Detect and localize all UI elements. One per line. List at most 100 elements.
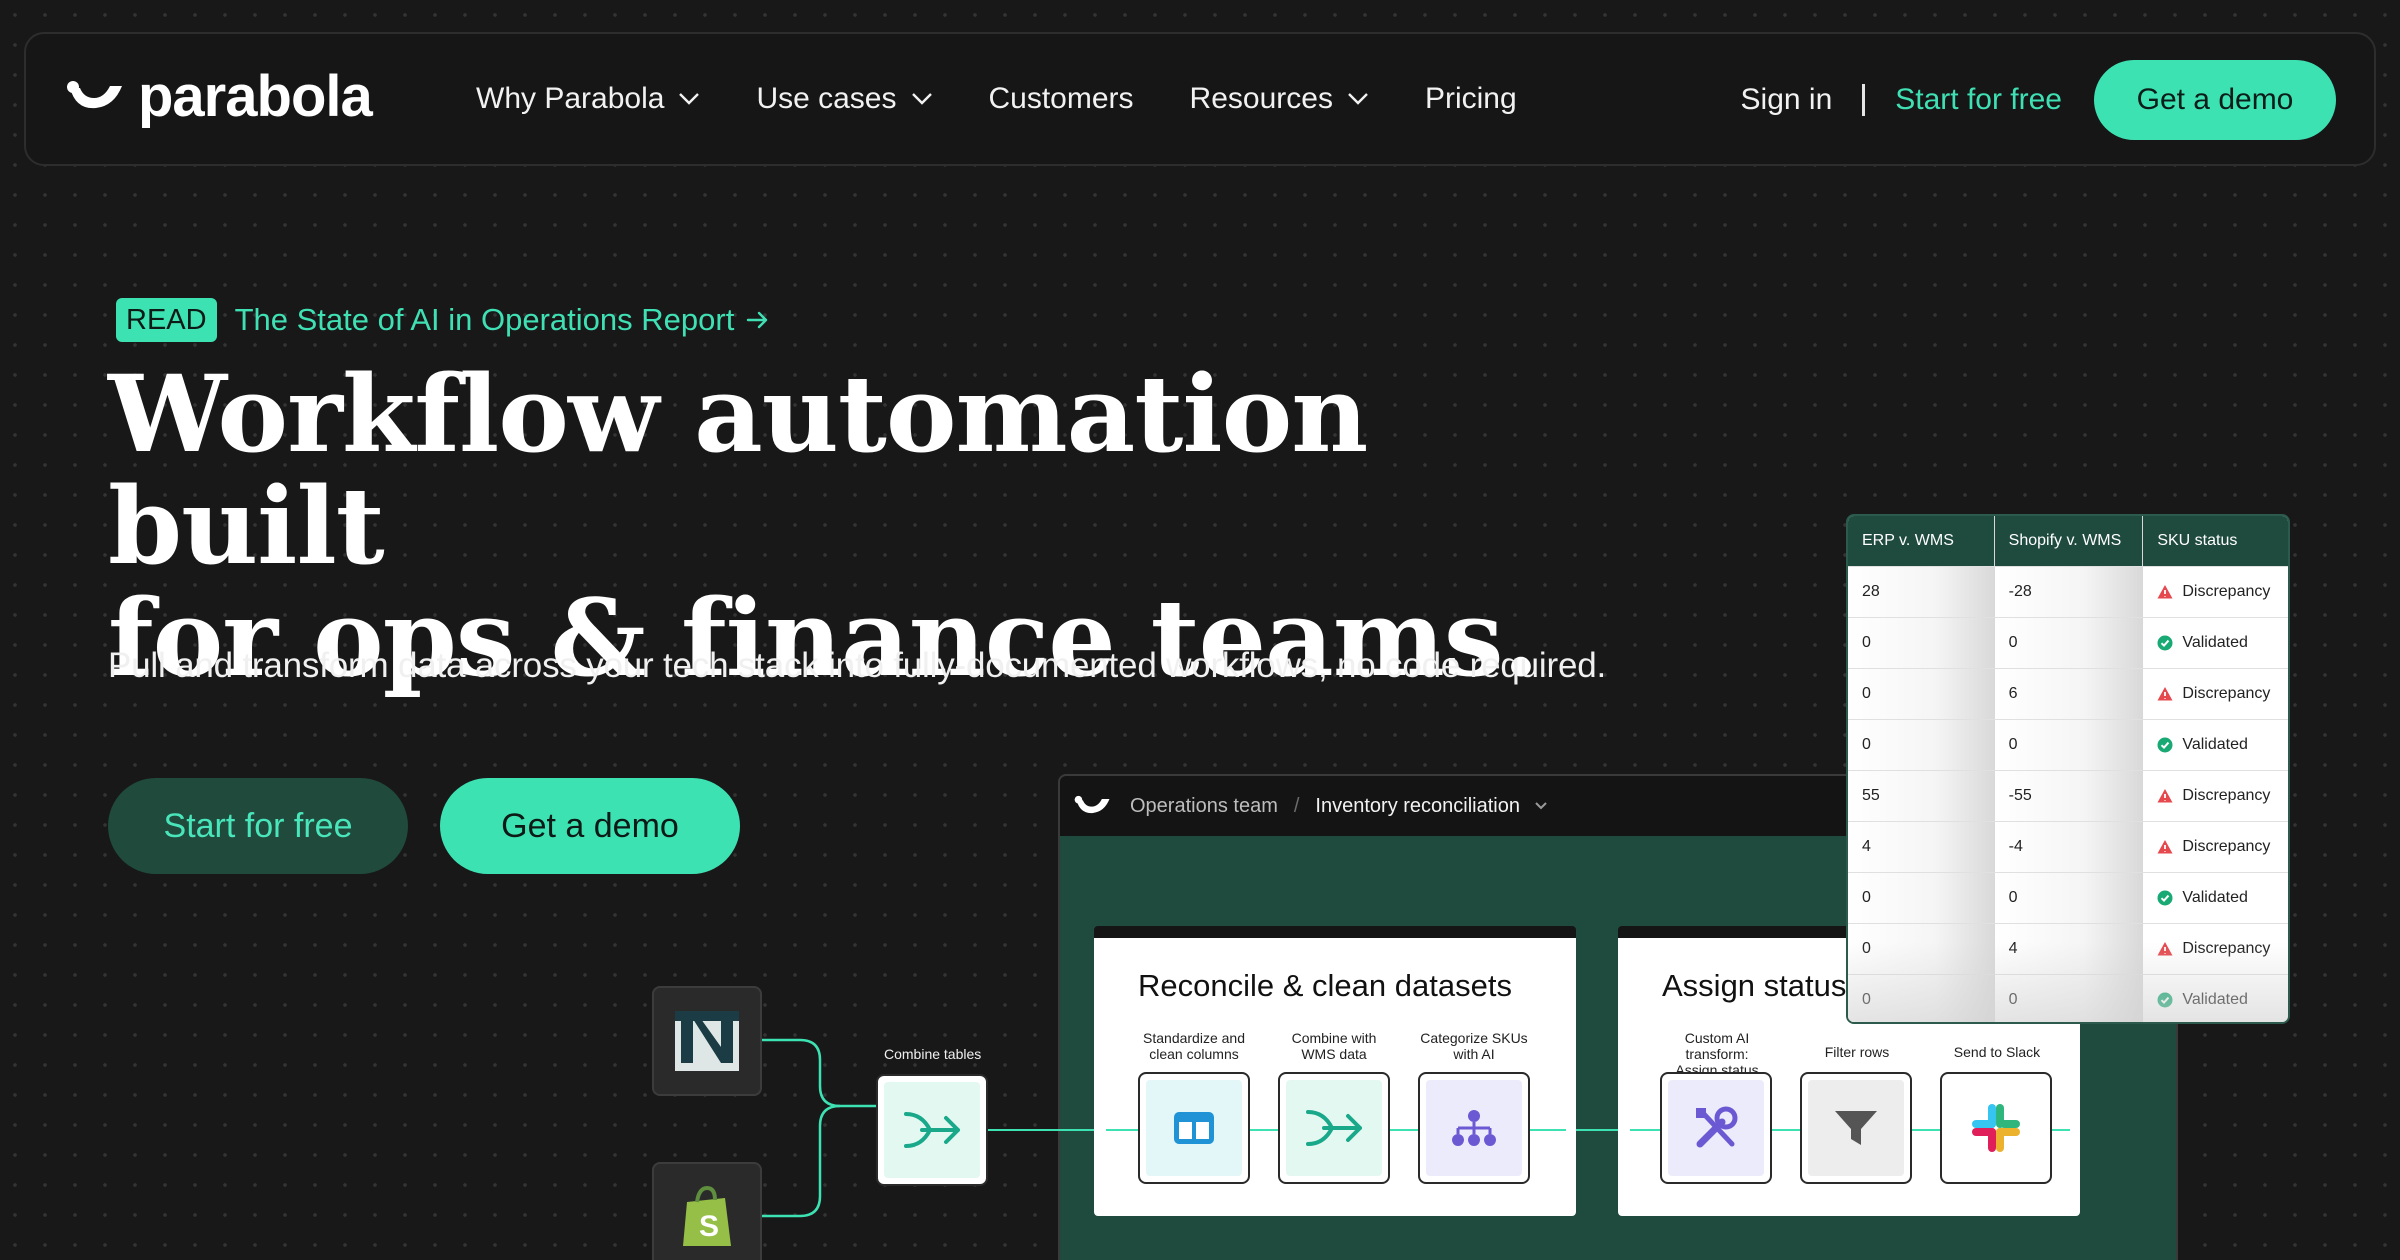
- hierarchy-icon: [1452, 1110, 1496, 1146]
- shopify-icon: S: [683, 1185, 731, 1246]
- start-for-free-button[interactable]: Start for free: [108, 778, 408, 874]
- nav-link-label: Resources: [1189, 82, 1333, 115]
- parabola-mark-icon: [67, 81, 122, 109]
- slack-icon: [1972, 1104, 2020, 1152]
- combine-tables-node[interactable]: [876, 1074, 988, 1186]
- value-cell: 55: [1848, 771, 1995, 821]
- warning-icon: [2157, 687, 2173, 701]
- nav-link-why-parabola[interactable]: Why Parabola: [476, 82, 700, 116]
- reconcile-card-title: Reconcile & clean datasets: [1138, 968, 1512, 1003]
- table-row: 55 -55 Discrepancy: [1848, 770, 2288, 821]
- step-ai-transform-label: Custom AI transform: Assign status: [1652, 1030, 1782, 1078]
- cell-text: 4: [1862, 838, 1871, 855]
- step-send-slack-label: Send to Slack: [1932, 1044, 2062, 1060]
- report-link[interactable]: The State of AI in Operations Report: [235, 302, 771, 338]
- table-header: ERP v. WMS Shopify v. WMS SKU status: [1848, 516, 2288, 566]
- chevron-down-icon: [911, 93, 932, 105]
- chevron-down-icon: [1348, 93, 1368, 105]
- breadcrumb-workflow[interactable]: Inventory reconciliation: [1315, 795, 1520, 818]
- step-label-line: with AI: [1453, 1046, 1495, 1062]
- check-circle-icon: [2157, 635, 2173, 651]
- table-row: 0 0 Validated: [1848, 719, 2288, 770]
- slack-node-inner: [1948, 1080, 2044, 1176]
- table-header-cell: SKU status: [2157, 532, 2238, 549]
- table-row: 0 0 Validated: [1848, 872, 2288, 923]
- report-announcement[interactable]: READ The State of AI in Operations Repor…: [116, 298, 770, 342]
- cell-text: Discrepancy: [2182, 685, 2271, 702]
- categorize-skus-node[interactable]: [1418, 1072, 1530, 1184]
- nav-link-resources[interactable]: Resources: [1190, 82, 1369, 116]
- sku-status-table: ERP v. WMS Shopify v. WMS SKU status 28 -28…: [1846, 514, 2290, 1024]
- cell-text: Discrepancy: [2182, 583, 2271, 600]
- combine-node-inner: [884, 1082, 980, 1178]
- nav-actions: Sign in Start for free Get a demo: [1741, 60, 2336, 140]
- get-demo-nav-button[interactable]: Get a demo: [2094, 60, 2336, 140]
- filter-node-inner: [1808, 1080, 1904, 1176]
- value-cell: 0: [1994, 720, 2144, 770]
- cell-text: Discrepancy: [2182, 838, 2271, 855]
- status-cell: Validated: [2143, 618, 2288, 668]
- cell-text: 55: [1862, 787, 1880, 804]
- step-label-line: Combine with: [1291, 1030, 1377, 1046]
- assign-status-card-title: Assign status: [1662, 968, 1847, 1003]
- shopify-source-node[interactable]: S: [652, 1162, 762, 1260]
- tools-icon: [1696, 1106, 1738, 1148]
- status-cell: Validated: [2143, 720, 2288, 770]
- cell-text: 0: [2008, 634, 2018, 651]
- standardize-columns-node[interactable]: [1138, 1072, 1250, 1184]
- step-combine-wms-label: Combine with WMS data: [1269, 1030, 1399, 1062]
- parabola-logo[interactable]: parabola: [66, 64, 373, 129]
- get-demo-button[interactable]: Get a demo: [440, 778, 740, 874]
- hero-subtitle: Pull and transform data across your tech…: [108, 646, 1607, 685]
- report-link-text: The State of AI in Operations Report: [234, 302, 735, 337]
- combine-wms-node-inner: [1286, 1080, 1382, 1176]
- nav-link-customers[interactable]: Customers: [989, 82, 1134, 116]
- svg-text:S: S: [699, 1210, 719, 1243]
- cell-text: 28: [1862, 583, 1880, 600]
- cell-text: Validated: [2182, 736, 2248, 753]
- nav-link-use-cases[interactable]: Use cases: [756, 82, 932, 116]
- value-cell: 0: [1994, 873, 2144, 923]
- table-row: 0 0 Validated: [1848, 617, 2288, 668]
- filter-icon: [1835, 1111, 1877, 1145]
- nav-links: Why Parabola Use cases Customers Resources P…: [476, 34, 1573, 164]
- step-label-line: Categorize SKUs: [1420, 1030, 1528, 1046]
- netsuite-source-node[interactable]: [652, 986, 762, 1096]
- start-for-free-link[interactable]: Start for free: [1895, 83, 2062, 117]
- cell-text: 0: [1862, 889, 1871, 906]
- step-label-line: Filter rows: [1824, 1044, 1890, 1060]
- nav-link-label: Why Parabola: [476, 82, 665, 115]
- value-cell: 6: [1994, 669, 2144, 719]
- warning-icon: [2157, 585, 2173, 599]
- cell-text: Validated: [2182, 634, 2248, 651]
- cell-text: Validated: [2182, 889, 2248, 906]
- combine-wms-node[interactable]: [1278, 1072, 1390, 1184]
- value-cell: -28: [1994, 567, 2144, 617]
- logo-text: parabola: [138, 64, 373, 129]
- value-cell: -55: [1994, 771, 2144, 821]
- filter-rows-node[interactable]: [1800, 1072, 1912, 1184]
- step-label-line: Standardize and: [1143, 1030, 1245, 1046]
- nav-link-label: Customers: [988, 82, 1134, 115]
- warning-icon: [2157, 840, 2173, 854]
- nav-link-pricing[interactable]: Pricing: [1425, 82, 1517, 116]
- value-cell: 0: [1848, 720, 1995, 770]
- chevron-down-icon[interactable]: [1534, 801, 1548, 811]
- status-cell: Discrepancy: [2143, 567, 2288, 617]
- step-standardize-label: Standardize and clean columns: [1129, 1030, 1259, 1062]
- send-to-slack-node[interactable]: [1940, 1072, 2052, 1184]
- ai-transform-node[interactable]: [1660, 1072, 1772, 1184]
- status-cell: Discrepancy: [2143, 771, 2288, 821]
- breadcrumb-team[interactable]: Operations team: [1130, 795, 1278, 818]
- cell-text: 0: [1862, 736, 1871, 753]
- cell-text: 0: [2008, 889, 2018, 906]
- sign-in-link[interactable]: Sign in: [1741, 83, 1833, 117]
- top-nav: parabola Why Parabola Use cases Customers R…: [24, 32, 2376, 166]
- netsuite-icon: [675, 1011, 739, 1071]
- table-header-cell: ERP v. WMS: [1848, 516, 1995, 566]
- status-cell: Discrepancy: [2143, 822, 2288, 872]
- chevron-down-icon: [679, 93, 700, 105]
- value-cell: 0: [1848, 873, 1995, 923]
- nav-divider: [1862, 84, 1866, 116]
- ai-transform-node-inner: [1668, 1080, 1764, 1176]
